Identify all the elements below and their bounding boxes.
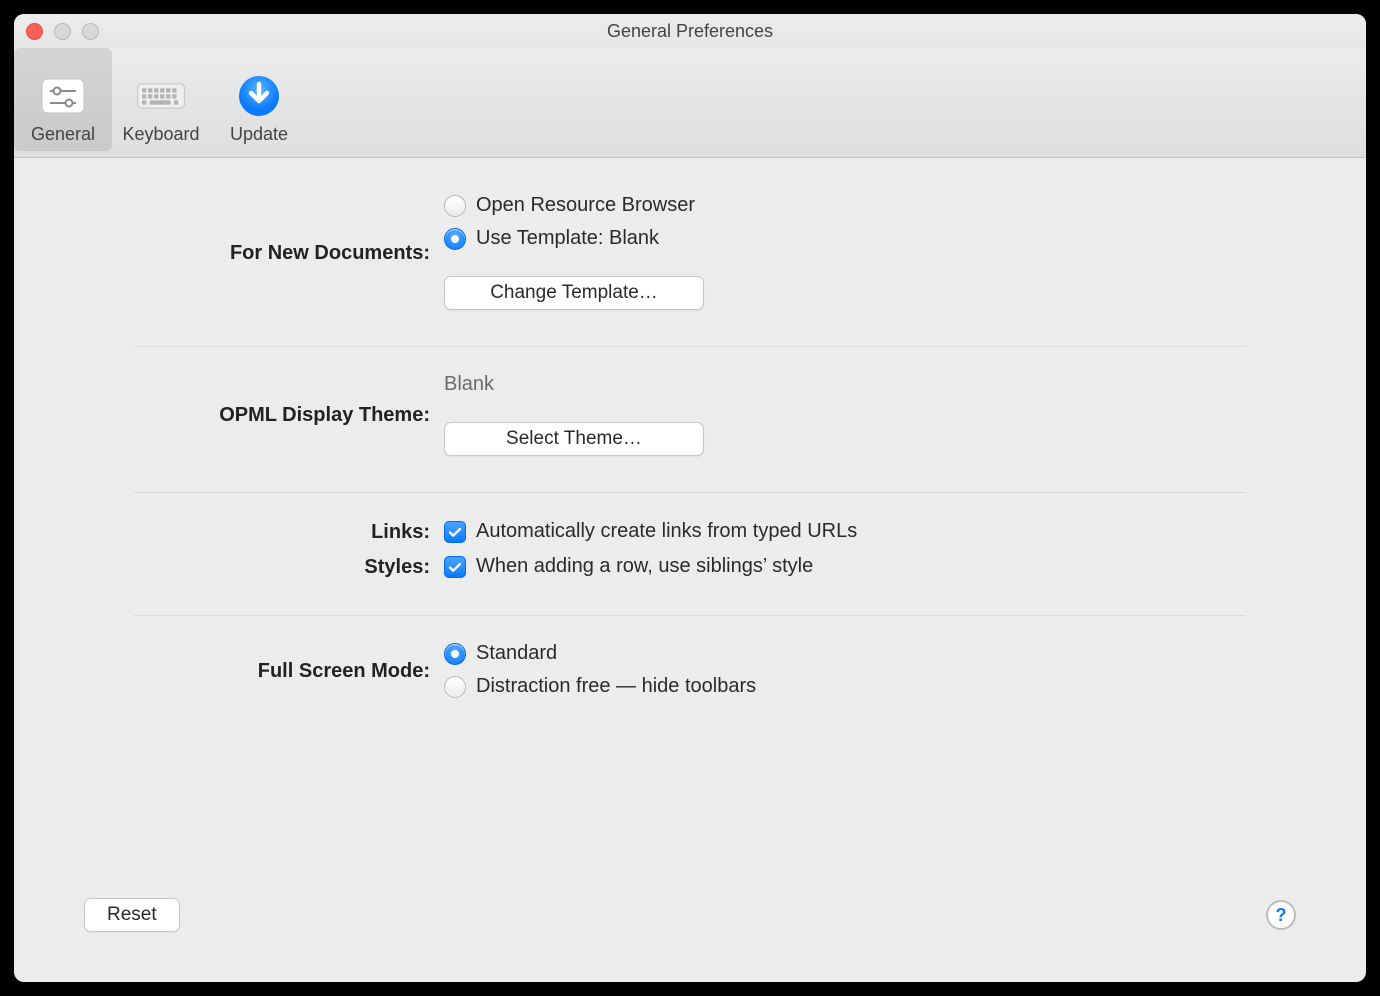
checkbox-sibling-style[interactable]: When adding a row, use siblings’ style bbox=[444, 555, 1246, 578]
checkmark-icon bbox=[444, 521, 466, 543]
sliders-icon bbox=[38, 74, 88, 118]
checkmark-icon bbox=[444, 556, 466, 578]
radio-distraction-free[interactable]: Distraction free — hide toolbars bbox=[444, 675, 1246, 698]
checkbox-label: Automatically create links from typed UR… bbox=[476, 520, 857, 543]
section-opml-theme: OPML Display Theme: Blank Select Theme… bbox=[54, 373, 1326, 466]
radio-icon bbox=[444, 228, 466, 250]
download-icon bbox=[234, 74, 284, 118]
toolbar: General Keyboard bbox=[14, 48, 1366, 158]
label-links: Links: bbox=[134, 519, 444, 544]
radio-open-resource[interactable]: Open Resource Browser bbox=[444, 194, 1246, 217]
section-new-documents: For New Documents: Open Resource Browser… bbox=[54, 194, 1326, 320]
preferences-window: General Preferences General bbox=[14, 14, 1366, 982]
select-theme-button[interactable]: Select Theme… bbox=[444, 422, 704, 456]
footer: Reset ? bbox=[54, 888, 1326, 962]
label-styles: Styles: bbox=[134, 554, 444, 579]
label-opml-theme: OPML Display Theme: bbox=[134, 402, 444, 427]
radio-label: Use Template: Blank bbox=[476, 227, 659, 250]
radio-icon bbox=[444, 643, 466, 665]
window-controls bbox=[26, 23, 99, 40]
label-new-documents: For New Documents: bbox=[134, 240, 444, 265]
radio-icon bbox=[444, 195, 466, 217]
tab-label: General bbox=[31, 124, 95, 145]
radio-standard[interactable]: Standard bbox=[444, 642, 1246, 665]
content: For New Documents: Open Resource Browser… bbox=[14, 158, 1366, 982]
window-title: General Preferences bbox=[14, 21, 1366, 42]
checkbox-auto-links[interactable]: Automatically create links from typed UR… bbox=[444, 520, 1246, 543]
checkbox-label: When adding a row, use siblings’ style bbox=[476, 555, 813, 578]
radio-label: Open Resource Browser bbox=[476, 194, 695, 217]
divider bbox=[134, 492, 1246, 493]
close-icon[interactable] bbox=[26, 23, 43, 40]
change-template-button[interactable]: Change Template… bbox=[444, 276, 704, 310]
titlebar: General Preferences bbox=[14, 14, 1366, 48]
radio-label: Standard bbox=[476, 642, 557, 665]
opml-theme-value: Blank bbox=[444, 373, 494, 396]
tab-keyboard[interactable]: Keyboard bbox=[112, 48, 210, 151]
section-links-styles: Links: Automatically create links from t… bbox=[54, 519, 1326, 589]
minimize-icon[interactable] bbox=[54, 23, 71, 40]
section-fullscreen: Full Screen Mode: Standard Distraction f… bbox=[54, 642, 1326, 708]
radio-icon bbox=[444, 676, 466, 698]
tab-label: Keyboard bbox=[122, 124, 199, 145]
divider bbox=[134, 346, 1246, 347]
zoom-icon[interactable] bbox=[82, 23, 99, 40]
radio-label: Distraction free — hide toolbars bbox=[476, 675, 756, 698]
keyboard-icon bbox=[136, 74, 186, 118]
divider bbox=[134, 615, 1246, 616]
label-fullscreen: Full Screen Mode: bbox=[134, 658, 444, 683]
tab-general[interactable]: General bbox=[14, 48, 112, 151]
reset-button[interactable]: Reset bbox=[84, 898, 180, 932]
tab-label: Update bbox=[230, 124, 288, 145]
radio-use-template[interactable]: Use Template: Blank bbox=[444, 227, 1246, 250]
help-button[interactable]: ? bbox=[1266, 900, 1296, 930]
tab-update[interactable]: Update bbox=[210, 48, 308, 151]
